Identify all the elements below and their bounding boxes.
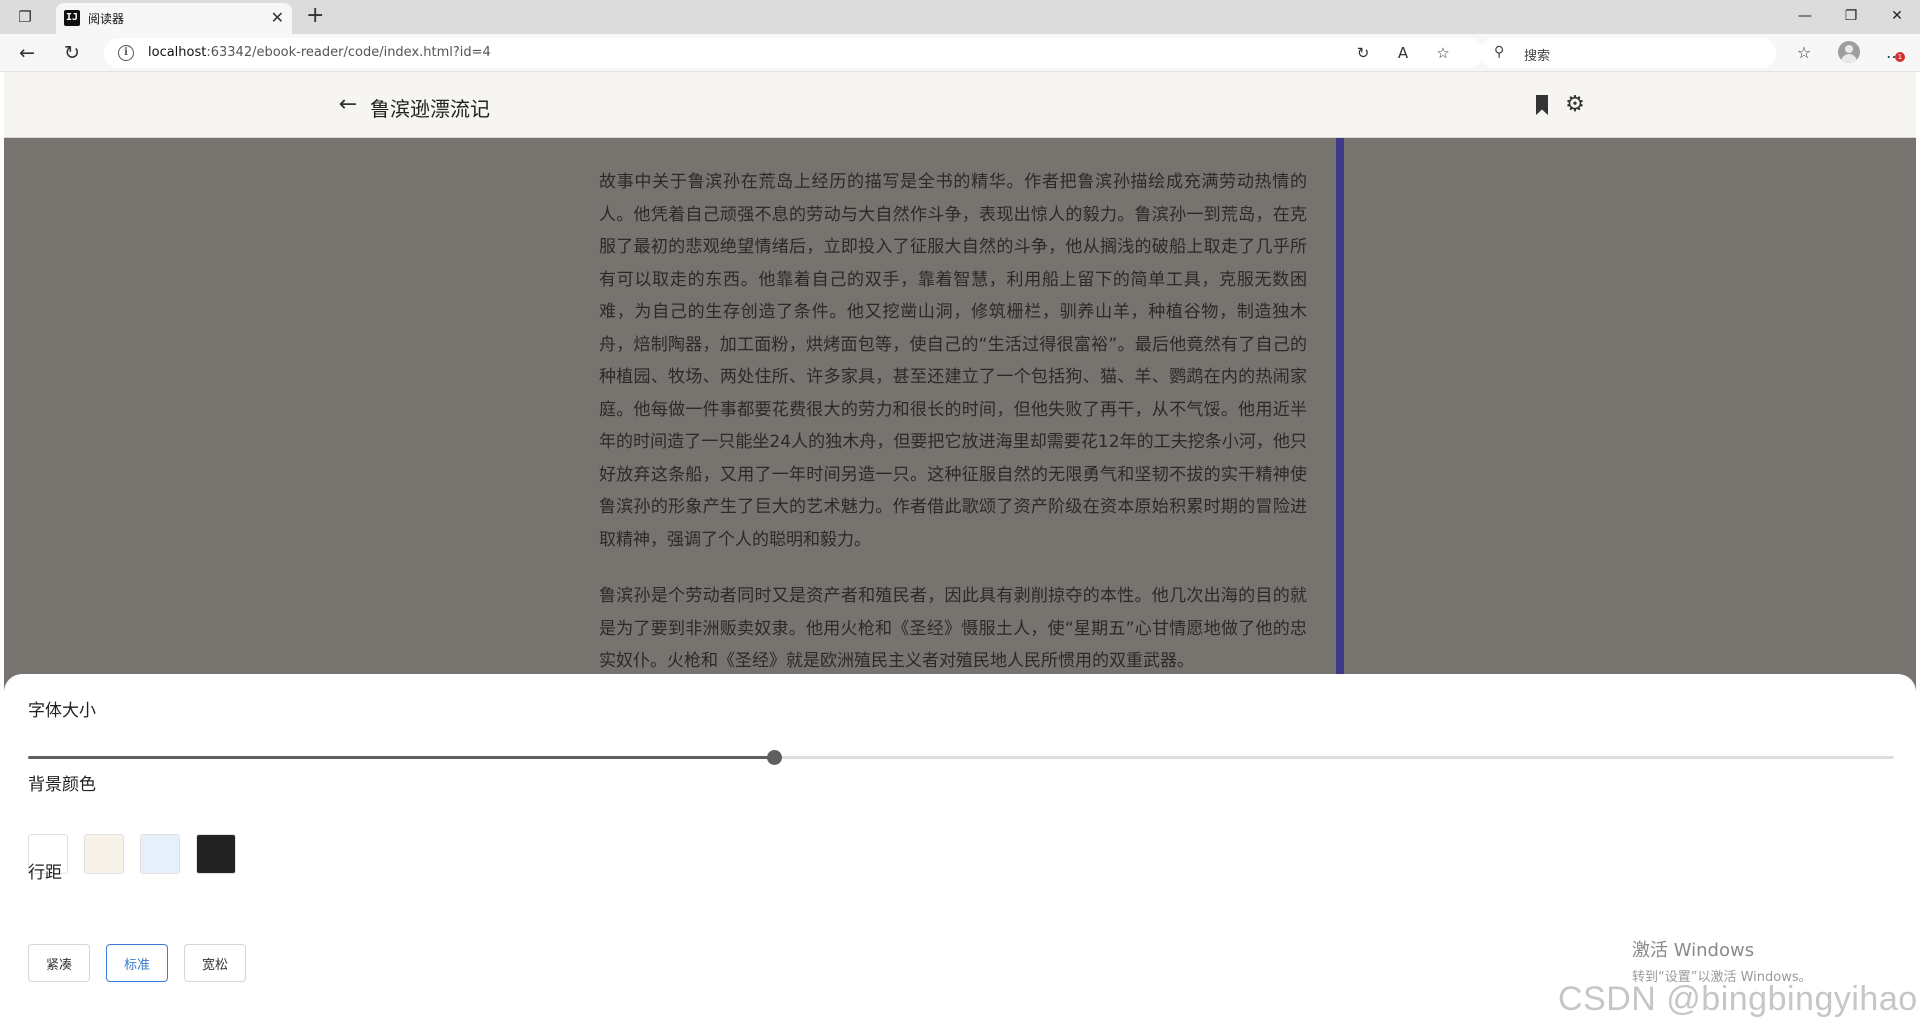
url-path: :63342/ebook-reader/code/index.html?id=4 (206, 45, 491, 60)
reading-content: 故事中关于鲁滨孙在荒岛上经历的描写是全书的精华。作者把鲁滨孙描绘成充满劳动热情的… (599, 166, 1307, 702)
search-placeholder: 搜索 (1524, 49, 1551, 64)
bg-swatch-cream[interactable] (84, 834, 124, 874)
tab-close-icon[interactable]: ✕ (271, 8, 284, 28)
favorite-star-icon[interactable]: ☆ (1432, 43, 1454, 63)
csdn-watermark: CSDN @bingbingyihao (1558, 980, 1918, 1018)
workspaces-icon[interactable]: ❐ (14, 7, 36, 27)
back-icon[interactable]: ← (14, 41, 40, 65)
line-spacing-options: 紧凑 标准 宽松 (28, 944, 246, 982)
line-spacing-label: 行距 (28, 863, 62, 883)
spacing-loose-button[interactable]: 宽松 (184, 944, 246, 982)
content-paragraph: 鲁滨孙是个劳动者同时又是资产者和殖民者，因此具有剥削掠夺的本性。他几次出海的目的… (599, 586, 1307, 671)
notification-badge: 1 (1895, 52, 1905, 62)
windows-activation-notice: 激活 Windows 转到“设置”以激活 Windows。 (1632, 936, 1812, 985)
url-text[interactable]: localhost:63342/ebook-reader/code/index.… (148, 45, 491, 60)
window-minimize-button[interactable]: — (1790, 6, 1820, 26)
spacing-compact-button[interactable]: 紧凑 (28, 944, 90, 982)
reader-app: ← 鲁滨逊漂流记 ⚙ 故事中关于鲁滨孙在荒岛上经历的描写是全书的精华。作者把鲁滨… (4, 72, 1916, 1032)
font-size-slider[interactable] (28, 750, 1894, 765)
browser-tab-active[interactable]: IJ 阅读器 ✕ (56, 3, 292, 34)
refresh-icon[interactable]: ↻ (59, 41, 85, 65)
reader-header: ← 鲁滨逊漂流记 ⚙ (4, 72, 1916, 138)
spacing-standard-button[interactable]: 标准 (106, 944, 168, 982)
favorites-list-icon[interactable]: ☆ (1792, 42, 1816, 64)
font-size-slider-thumb[interactable] (767, 750, 783, 765)
new-tab-button[interactable]: + (306, 4, 324, 28)
browser-tab-strip: ❐ IJ 阅读器 ✕ + — ❐ ✕ (0, 0, 1920, 34)
gear-icon[interactable]: ⚙ (1562, 92, 1588, 118)
font-size-slider-fill (28, 756, 775, 759)
profile-avatar[interactable] (1838, 41, 1860, 63)
background-color-label: 背景颜色 (28, 775, 96, 795)
search-icon: ⚲ (1494, 44, 1505, 60)
activation-title: 激活 Windows (1632, 940, 1755, 961)
content-paragraph: 故事中关于鲁滨孙在荒岛上经历的描写是全书的精华。作者把鲁滨孙描绘成充满劳动热情的… (599, 172, 1307, 550)
window-close-button[interactable]: ✕ (1882, 6, 1912, 26)
settings-panel: 字体大小 背景颜色 行距 紧凑 标准 宽松 (4, 674, 1916, 1032)
font-size-label: 字体大小 (28, 701, 96, 721)
window-restore-button[interactable]: ❐ (1836, 6, 1866, 26)
bookmark-icon[interactable] (1530, 92, 1554, 118)
site-info-icon[interactable]: i (118, 45, 134, 61)
browser-toolbar: ← ↻ i localhost:63342/ebook-reader/code/… (0, 34, 1920, 72)
tab-favicon-icon: IJ (64, 10, 80, 26)
url-host: localhost (148, 45, 207, 60)
tab-title: 阅读器 (88, 12, 125, 26)
read-aloud-icon[interactable]: A (1392, 43, 1414, 63)
translate-icon[interactable]: ↻ (1352, 43, 1374, 63)
book-title: 鲁滨逊漂流记 (370, 97, 490, 121)
bg-swatch-blue[interactable] (140, 834, 180, 874)
browser-search-box[interactable]: ⚲ 搜索 (1480, 38, 1776, 68)
back-arrow-icon[interactable]: ← (334, 91, 362, 119)
address-bar[interactable]: i localhost:63342/ebook-reader/code/inde… (104, 38, 1484, 68)
bg-swatch-dark[interactable] (196, 834, 236, 874)
